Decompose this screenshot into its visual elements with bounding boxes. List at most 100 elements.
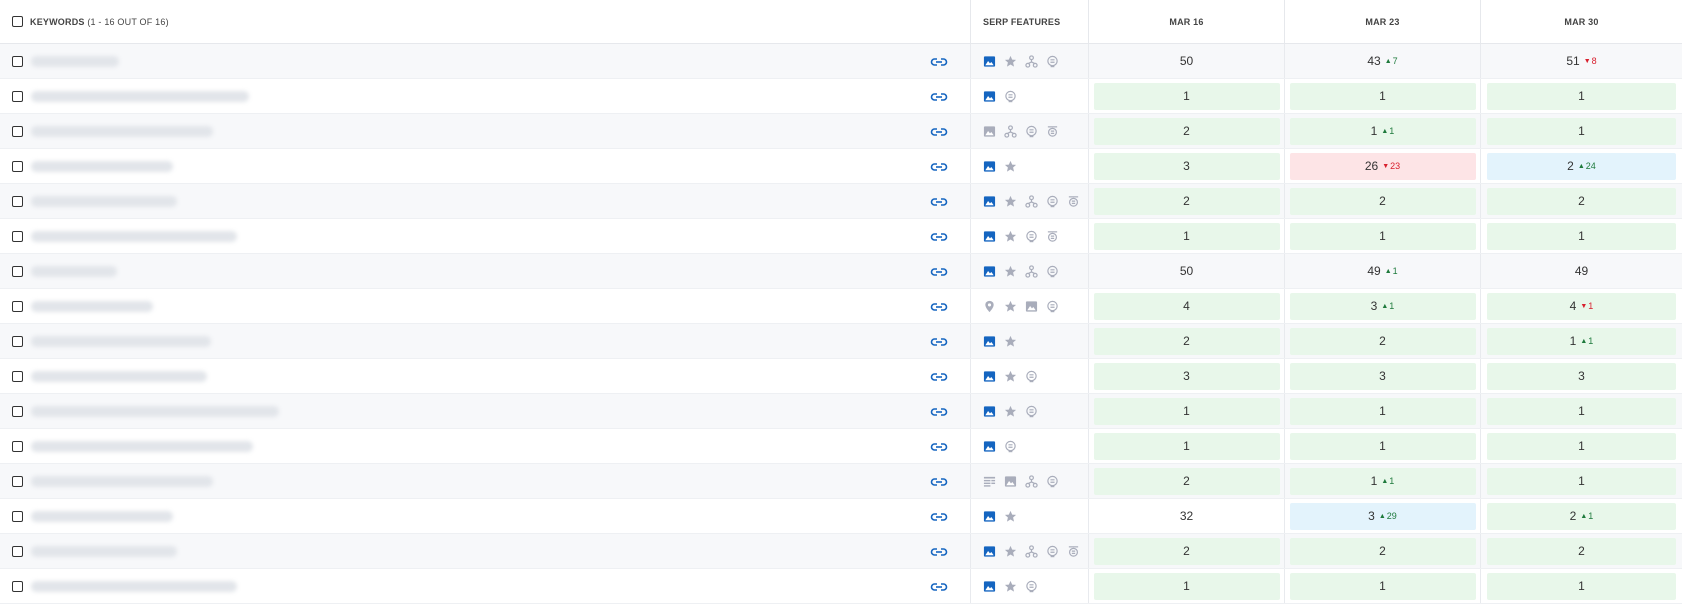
rank-cell[interactable]: 3 — [1093, 362, 1280, 390]
image-icon[interactable] — [983, 370, 996, 383]
star-icon[interactable] — [1004, 160, 1017, 173]
rank-cell[interactable]: 49 ▲ 1 — [1290, 258, 1476, 285]
row-checkbox[interactable] — [12, 405, 23, 417]
rank-cell[interactable]: 1 — [1093, 397, 1280, 425]
rank-cell[interactable]: 1 — [1289, 222, 1476, 250]
rank-cell[interactable]: 1 — [1289, 82, 1476, 110]
rank-cell[interactable]: 1 — [1487, 222, 1676, 250]
list-icon[interactable] — [983, 475, 996, 488]
rank-cell[interactable]: 2 — [1093, 187, 1280, 215]
featured-snippet-icon[interactable] — [1004, 440, 1017, 453]
star-icon[interactable] — [1004, 580, 1017, 593]
rank-cell[interactable]: 2 — [1289, 537, 1476, 565]
rank-cell[interactable]: 1 — [1487, 432, 1676, 460]
link-icon[interactable] — [930, 475, 948, 487]
row-checkbox[interactable] — [12, 580, 23, 592]
sitelinks-icon[interactable] — [1025, 194, 1038, 208]
row-checkbox[interactable] — [12, 90, 23, 102]
row-checkbox[interactable] — [12, 195, 23, 207]
rank-cell[interactable]: 1 — [1487, 82, 1676, 110]
featured-snippet-icon[interactable] — [1004, 90, 1017, 103]
star-icon[interactable] — [1004, 55, 1017, 68]
rank-cell[interactable]: 1 ▲ 1 — [1289, 117, 1476, 145]
row-checkbox[interactable] — [12, 335, 23, 347]
row-checkbox[interactable] — [12, 545, 23, 557]
link-icon[interactable] — [930, 265, 948, 277]
rank-cell[interactable]: 26 ▼ 23 — [1289, 152, 1476, 180]
rank-cell[interactable]: 1 — [1093, 82, 1280, 110]
featured-snippet-icon[interactable] — [1025, 125, 1038, 138]
sitelinks-icon[interactable] — [1025, 264, 1038, 278]
star-icon[interactable] — [1004, 230, 1017, 243]
rank-cell[interactable]: 3 ▲ 1 — [1289, 292, 1476, 320]
row-checkbox[interactable] — [12, 475, 23, 487]
rank-cell[interactable]: 1 ▲ 1 — [1487, 327, 1676, 355]
image-icon[interactable] — [983, 335, 996, 348]
link-icon[interactable] — [930, 230, 948, 242]
rank-cell[interactable]: 2 — [1093, 117, 1280, 145]
link-icon[interactable] — [930, 160, 948, 172]
rank-cell[interactable]: 43 ▲ 7 — [1290, 48, 1476, 75]
image-icon[interactable] — [983, 265, 996, 278]
featured-snippet-icon[interactable] — [1046, 265, 1059, 278]
row-checkbox[interactable] — [12, 300, 23, 312]
rank-cell[interactable]: 4 ▼ 1 — [1487, 292, 1676, 320]
rank-cell[interactable]: 1 — [1289, 432, 1476, 460]
date-column-header-mar-16[interactable]: MAR 16 — [1088, 0, 1284, 43]
rank-cell[interactable]: 1 — [1487, 117, 1676, 145]
row-checkbox[interactable] — [12, 160, 23, 172]
date-column-header-mar-30[interactable]: MAR 30 — [1480, 0, 1682, 43]
link-icon[interactable] — [930, 125, 948, 137]
rank-cell[interactable]: 2 — [1289, 327, 1476, 355]
link-icon[interactable] — [930, 335, 948, 347]
link-icon[interactable] — [930, 195, 948, 207]
image-icon[interactable] — [983, 405, 996, 418]
rank-cell[interactable]: 1 — [1093, 432, 1280, 460]
rank-cell[interactable]: 51 ▼ 8 — [1487, 48, 1676, 75]
link-icon[interactable] — [930, 55, 948, 67]
sitelinks-icon[interactable] — [1025, 544, 1038, 558]
link-icon[interactable] — [930, 440, 948, 452]
star-icon[interactable] — [1004, 195, 1017, 208]
rank-cell[interactable]: 3 — [1289, 362, 1476, 390]
rank-cell[interactable]: 2 ▲ 1 — [1487, 502, 1676, 530]
rank-cell[interactable]: 3 — [1487, 362, 1676, 390]
featured-snippet-icon[interactable] — [1046, 300, 1059, 313]
row-checkbox[interactable] — [12, 510, 23, 522]
rank-cell[interactable]: 1 — [1093, 222, 1280, 250]
video-icon[interactable] — [1067, 195, 1080, 208]
rank-cell[interactable]: 2 — [1093, 537, 1280, 565]
rank-cell[interactable]: 1 ▲ 1 — [1289, 467, 1476, 495]
featured-snippet-icon[interactable] — [1025, 580, 1038, 593]
star-icon[interactable] — [1004, 335, 1017, 348]
image-icon[interactable] — [1025, 300, 1038, 313]
featured-snippet-icon[interactable] — [1025, 370, 1038, 383]
star-icon[interactable] — [1004, 545, 1017, 558]
image-icon[interactable] — [983, 125, 996, 138]
rank-cell[interactable]: 50 — [1094, 258, 1280, 285]
row-checkbox[interactable] — [12, 440, 23, 452]
link-icon[interactable] — [930, 300, 948, 312]
image-icon[interactable] — [983, 195, 996, 208]
star-icon[interactable] — [1004, 265, 1017, 278]
rank-cell[interactable]: 1 — [1093, 572, 1280, 600]
rank-cell[interactable]: 50 — [1094, 48, 1280, 75]
video-icon[interactable] — [1046, 125, 1059, 138]
star-icon[interactable] — [1004, 405, 1017, 418]
select-all-checkbox[interactable] — [12, 16, 23, 27]
image-icon[interactable] — [983, 90, 996, 103]
image-icon[interactable] — [983, 230, 996, 243]
row-checkbox[interactable] — [12, 55, 23, 67]
rank-cell[interactable]: 2 — [1487, 187, 1676, 215]
sitelinks-icon[interactable] — [1025, 474, 1038, 488]
star-icon[interactable] — [1004, 300, 1017, 313]
rank-cell[interactable]: 2 — [1289, 187, 1476, 215]
rank-cell[interactable]: 2 — [1093, 467, 1280, 495]
sitelinks-icon[interactable] — [1025, 54, 1038, 68]
star-icon[interactable] — [1004, 510, 1017, 523]
serp-features-column-header[interactable]: SERP FEATURES — [970, 0, 1088, 43]
featured-snippet-icon[interactable] — [1046, 545, 1059, 558]
row-checkbox[interactable] — [12, 370, 23, 382]
rank-cell[interactable]: 1 — [1487, 397, 1676, 425]
link-icon[interactable] — [930, 370, 948, 382]
